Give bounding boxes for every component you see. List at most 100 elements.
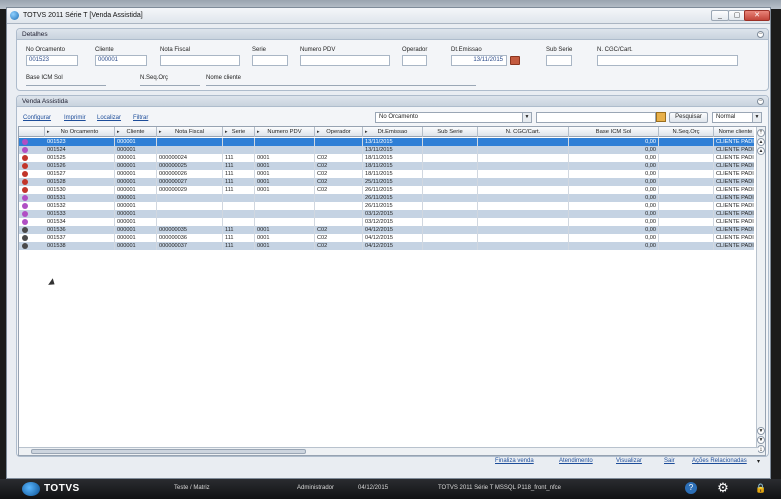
table-cell: 000000037 — [157, 242, 223, 250]
scroll-up-icon[interactable]: ▲ — [757, 138, 765, 146]
scroll-top-icon[interactable]: ⤒ — [757, 129, 765, 137]
table-row[interactable]: 001538 000001 000000037 111 0001 C02 04/12/201… — [19, 242, 758, 250]
table-row[interactable]: 001524 000001 13/11/2015 0,00 CLIENTE PADI — [19, 146, 758, 154]
scroll-bottom-icon[interactable]: ⤓ — [757, 445, 765, 453]
column-header-label: Base ICM Sol — [595, 129, 632, 135]
table-row[interactable]: 001530 000001 000000029 111 0001 C02 26/11/201… — [19, 186, 758, 194]
column-header[interactable]: N.Seq.Orç — [659, 127, 714, 137]
numero-pdv-field[interactable] — [300, 55, 390, 66]
column-header[interactable]: ▸ Serie — [223, 127, 255, 137]
collapse-venda-button[interactable]: − — [757, 98, 764, 105]
collapse-detalhes-button[interactable]: − — [757, 31, 764, 38]
table-row[interactable]: 001533 000001 03/12/2015 0,00 CLIENTE PADI — [19, 210, 758, 218]
chevron-down-icon[interactable]: ▼ — [752, 113, 761, 122]
chevron-down-icon[interactable]: ▼ — [522, 113, 531, 122]
nseq-orc-field[interactable] — [140, 85, 200, 86]
table-row[interactable]: 001525 000001 000000024 111 0001 C02 18/11/201… — [19, 154, 758, 162]
cliente-field[interactable]: 000001 — [95, 55, 147, 66]
column-header[interactable]: ▸ Cliente — [115, 127, 157, 137]
table-row[interactable]: 001531 000001 26/11/2015 0,00 CLIENTE PADI — [19, 194, 758, 202]
table-cell: C02 — [315, 186, 363, 194]
configurar-link[interactable]: Configurar — [23, 115, 51, 121]
column-header[interactable]: ▸ Nota Fiscal — [157, 127, 223, 137]
column-header[interactable]: N. CGC/Cart. — [478, 127, 569, 137]
search-picker-icon[interactable] — [656, 112, 666, 122]
operador-field[interactable] — [402, 55, 427, 66]
table-cell: 001526 — [45, 162, 115, 170]
nome-cliente-field[interactable] — [206, 85, 476, 86]
table-cell — [478, 162, 569, 170]
scroll-down-icon[interactable]: ▼ — [757, 427, 765, 435]
column-header[interactable]: Base ICM Sol — [569, 127, 659, 137]
horizontal-scrollbar[interactable] — [19, 447, 758, 455]
gear-icon[interactable]: ⚙ — [716, 481, 730, 495]
pesquisar-button[interactable]: Pesquisar — [669, 112, 708, 123]
minimize-button[interactable]: _ — [711, 10, 729, 21]
table-row[interactable]: 001536 000001 000000035 111 0001 C02 04/12/201… — [19, 226, 758, 234]
help-icon[interactable]: ? — [685, 482, 697, 494]
status-legend-icon — [22, 155, 28, 161]
search-field-select[interactable]: No Orcamento ▼ — [375, 112, 532, 123]
chevron-down-icon[interactable]: ▾ — [757, 458, 760, 465]
table-cell: C02 — [315, 162, 363, 170]
orcamentos-table[interactable]: ▸ No Orcamento ▸ Cliente ▸ Nota Fiscal ▸ Serie ▸… — [18, 126, 766, 456]
table-cell — [223, 218, 255, 226]
no-orcamento-field[interactable]: 001523 — [26, 55, 78, 66]
table-row[interactable]: 001532 000001 26/11/2015 0,00 CLIENTE PADI — [19, 202, 758, 210]
visualizar-link[interactable]: Visualizar — [616, 458, 642, 464]
table-cell: 0,00 — [569, 186, 659, 194]
calendar-icon[interactable] — [510, 56, 520, 65]
column-header[interactable]: ▸ No Orcamento — [45, 127, 115, 137]
cgc-cart-field[interactable] — [597, 55, 738, 66]
column-header[interactable]: ▸ Operador — [315, 127, 363, 137]
nota-fiscal-field[interactable] — [160, 55, 240, 66]
table-row[interactable]: 001527 000001 000000026 111 0001 C02 18/11/201… — [19, 170, 758, 178]
atendimento-link[interactable]: Atendimento — [559, 458, 593, 464]
search-input[interactable] — [536, 112, 656, 123]
dt-emissao-field[interactable]: 13/11/2015 — [451, 55, 507, 66]
column-header-label: N.Seq.Orç — [672, 129, 700, 135]
lock-icon[interactable]: 🔒 — [755, 482, 767, 494]
column-header[interactable]: ▸ Numero PDV — [255, 127, 315, 137]
table-row[interactable]: 001534 000001 03/12/2015 0,00 CLIENTE PADI — [19, 218, 758, 226]
sair-link[interactable]: Sair — [664, 458, 675, 464]
column-header-label: Dt.Emissao — [377, 129, 408, 135]
table-cell: 000001 — [115, 178, 157, 186]
table-cell — [659, 178, 714, 186]
finaliza-venda-link[interactable]: Finaliza venda — [495, 458, 534, 464]
table-cell — [478, 186, 569, 194]
table-cell: 111 — [223, 234, 255, 242]
table-row[interactable]: 001526 000001 000000025 111 0001 C02 18/11/201… — [19, 162, 758, 170]
status-legend-icon — [22, 187, 28, 193]
acoes-relacionadas-link[interactable]: Ações Relacionadas — [692, 458, 747, 464]
search-mode-select[interactable]: Normal ▼ — [712, 112, 762, 123]
table-cell — [659, 234, 714, 242]
table-cell: CLIENTE PADI — [714, 146, 758, 154]
table-cell: CLIENTE PADI — [714, 138, 758, 146]
table-cell — [478, 154, 569, 162]
scroll-page-down-icon[interactable]: ▼ — [757, 436, 765, 444]
imprimir-link[interactable]: Imprimir — [64, 115, 86, 121]
base-icm-sol-field[interactable] — [26, 85, 106, 86]
column-header[interactable]: Sub Serie — [423, 127, 478, 137]
table-row[interactable]: 001528 000001 000000027 111 0001 C02 25/11/201… — [19, 178, 758, 186]
filtrar-link[interactable]: Filtrar — [133, 115, 148, 121]
serie-field[interactable] — [252, 55, 288, 66]
table-cell: 0,00 — [569, 202, 659, 210]
close-button[interactable]: ✕ — [744, 10, 770, 21]
table-cell: C02 — [315, 170, 363, 178]
status-legend-icon — [22, 219, 28, 225]
column-header[interactable]: Nome cliente — [714, 127, 758, 137]
table-cell: 001532 — [45, 202, 115, 210]
column-header[interactable]: ▸ Dt.Emissao — [363, 127, 423, 137]
localizar-link[interactable]: Localizar — [97, 115, 121, 121]
vertical-scrollbar[interactable]: ⤒ ▲ ▲ ▼ ▼ ⤓ — [756, 127, 765, 455]
scroll-page-up-icon[interactable]: ▲ — [757, 147, 765, 155]
table-cell — [255, 202, 315, 210]
horizontal-scroll-thumb[interactable] — [31, 449, 306, 454]
table-row[interactable]: 001523 000001 13/11/2015 0,00 CLIENTE PADI — [19, 138, 758, 146]
sub-serie-field[interactable] — [546, 55, 572, 66]
search-mode-value: Normal — [716, 114, 736, 120]
table-cell: 001537 — [45, 234, 115, 242]
table-row[interactable]: 001537 000001 000000036 111 0001 C02 04/12/201… — [19, 234, 758, 242]
